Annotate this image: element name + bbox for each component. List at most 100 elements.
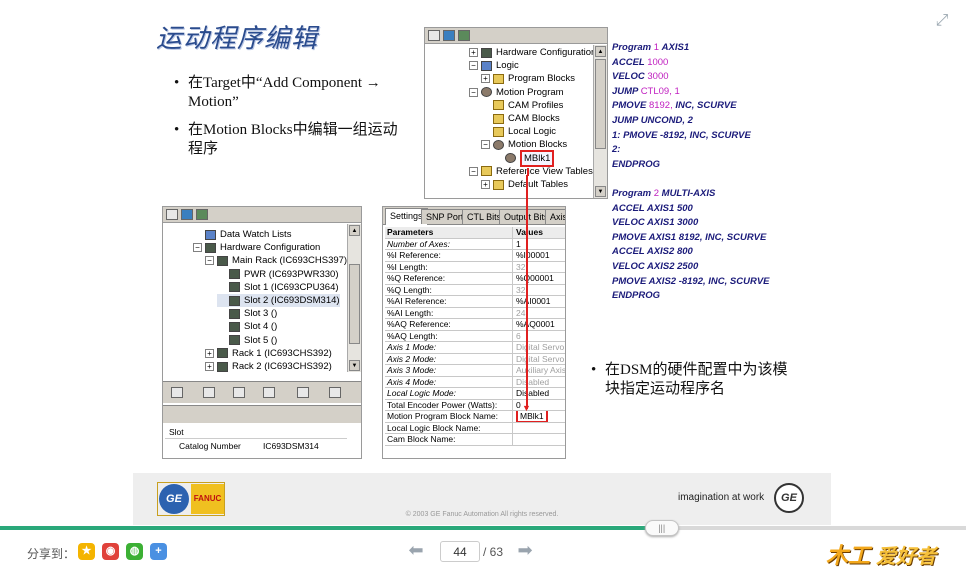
- tree-item[interactable]: Slot 5 (): [217, 334, 277, 347]
- variables-tab-icon[interactable]: [233, 387, 245, 398]
- grid-value[interactable]: 6: [514, 331, 565, 342]
- scroll-down-icon[interactable]: ▼: [595, 186, 606, 197]
- grid-row[interactable]: Cam Block Name:: [385, 434, 565, 446]
- scroll-up-icon[interactable]: ▲: [595, 46, 606, 57]
- tree-scrollbar[interactable]: ▲ ▼: [593, 45, 607, 198]
- tree-item[interactable]: − Logic: [469, 59, 519, 72]
- grid-row[interactable]: %Q Reference: %Q00001: [385, 273, 565, 285]
- expand-icon[interactable]: +: [481, 74, 490, 84]
- grid-row[interactable]: Local Logic Mode: Disabled: [385, 388, 565, 400]
- tree-item[interactable]: Slot 2 (IC693DSM314): [217, 294, 340, 307]
- tree-item[interactable]: − Reference View Tables: [469, 165, 593, 178]
- grid-value[interactable]: Auxiliary Axis: [514, 365, 565, 376]
- tree-item[interactable]: − Main Rack (IC693CHS397): [205, 254, 347, 267]
- properties-icon[interactable]: [458, 30, 470, 41]
- hw-tree-scrollbar[interactable]: ▲ ▼: [347, 224, 361, 372]
- expand-icon[interactable]: +: [205, 362, 214, 371]
- grid-value[interactable]: 32: [514, 285, 565, 296]
- grid-row[interactable]: Local Logic Block Name:: [385, 422, 565, 434]
- tree-item[interactable]: − Motion Program: [469, 86, 564, 99]
- fullscreen-icon[interactable]: ⤢: [933, 12, 951, 30]
- info-tab-icon[interactable]: [329, 387, 341, 398]
- next-page-icon[interactable]: ➡: [514, 541, 536, 559]
- wechat-share-icon[interactable]: ◍: [126, 543, 143, 560]
- bullet-1-line1: 在Target中“Add Component →: [188, 75, 381, 91]
- grid-row[interactable]: %I Reference: %I00001: [385, 250, 565, 262]
- grid-value[interactable]: %AI0001: [514, 296, 565, 307]
- grid-value[interactable]: Disabled: [514, 377, 565, 388]
- scroll-thumb[interactable]: [595, 59, 606, 149]
- project-icon[interactable]: [443, 30, 455, 41]
- help-tab-icon[interactable]: [297, 387, 309, 398]
- scroll-down-icon[interactable]: ▼: [349, 360, 360, 371]
- tree-item[interactable]: CAM Blocks: [481, 112, 560, 125]
- utility-tab-icon[interactable]: [203, 387, 215, 398]
- grid-row[interactable]: Axis 2 Mode: Digital Servo: [385, 353, 565, 365]
- project-tab-icon[interactable]: [171, 387, 183, 398]
- grid-value[interactable]: %Q00001: [514, 273, 565, 284]
- tree-item[interactable]: Data Watch Lists: [193, 228, 291, 241]
- weibo-share-icon[interactable]: ◉: [102, 543, 119, 560]
- grid-value[interactable]: %AQ0001: [514, 319, 565, 330]
- grid-value[interactable]: %I00001: [514, 250, 565, 261]
- qzone-share-icon[interactable]: ★: [78, 543, 95, 560]
- progress-bar[interactable]: [0, 526, 966, 530]
- scroll-up-icon[interactable]: ▲: [349, 225, 360, 236]
- block-name-value[interactable]: MBlk1: [516, 411, 548, 422]
- project-icon[interactable]: [181, 209, 193, 220]
- tree-item[interactable]: − Hardware Configuration: [193, 241, 320, 254]
- scroll-thumb[interactable]: [349, 264, 360, 344]
- expand-icon[interactable]: +: [469, 48, 478, 57]
- collapse-icon[interactable]: −: [469, 166, 478, 176]
- grid-row[interactable]: Axis 1 Mode: Digital Servo: [385, 342, 565, 354]
- collapse-icon[interactable]: −: [205, 256, 214, 266]
- grid-row[interactable]: Motion Program Block Name: MBlk1: [385, 411, 565, 423]
- grid-row[interactable]: Total Encoder Power (Watts): 0: [385, 399, 565, 411]
- tree-item[interactable]: Slot 4 (): [217, 320, 277, 333]
- expand-icon[interactable]: +: [205, 348, 214, 358]
- tree-item[interactable]: PWR (IC693PWR330): [217, 268, 339, 281]
- grid-value[interactable]: Digital Servo: [514, 354, 565, 365]
- grid-row[interactable]: %AI Length: 24: [385, 307, 565, 319]
- prev-page-icon[interactable]: ⬅: [405, 541, 427, 559]
- tree-view-icon[interactable]: [166, 209, 178, 220]
- more-share-icon[interactable]: +: [150, 543, 167, 560]
- collapse-icon[interactable]: −: [469, 61, 478, 71]
- tree-item[interactable]: Local Logic: [481, 125, 556, 138]
- grid-row[interactable]: %AI Reference: %AI0001: [385, 296, 565, 308]
- tab-axis[interactable]: Axis: [545, 209, 565, 224]
- collapse-icon[interactable]: −: [469, 87, 478, 97]
- grid-row[interactable]: %AQ Length: 6: [385, 330, 565, 342]
- grid-row[interactable]: Axis 4 Mode: Disabled: [385, 376, 565, 388]
- grid-value[interactable]: Digital Servo: [514, 342, 565, 353]
- expand-icon[interactable]: +: [481, 180, 490, 189]
- tree-item[interactable]: CAM Profiles: [481, 99, 563, 112]
- collapse-icon[interactable]: −: [481, 140, 490, 150]
- grid-row[interactable]: %AQ Reference: %AQ0001: [385, 319, 565, 331]
- tree-view-icon[interactable]: [428, 30, 440, 41]
- page-number-input[interactable]: [440, 541, 480, 562]
- grid-value[interactable]: 32: [514, 262, 565, 273]
- grid-value[interactable]: [514, 434, 565, 445]
- tree-item[interactable]: + Hardware Configuration: [469, 46, 596, 59]
- tree-item[interactable]: + Rack 1 (IC693CHS392): [205, 347, 332, 360]
- tree-item[interactable]: + Default Tables: [481, 178, 568, 191]
- brand-logo[interactable]: 木工 爱好者: [826, 534, 958, 570]
- grid-value[interactable]: 1: [514, 239, 565, 250]
- tree-item[interactable]: MBlk1: [493, 149, 555, 167]
- grid-row[interactable]: %I Length: 32: [385, 261, 565, 273]
- properties-icon[interactable]: [196, 209, 208, 220]
- collapse-icon[interactable]: −: [193, 243, 202, 253]
- grid-value[interactable]: 24: [514, 308, 565, 319]
- tree-item[interactable]: + Program Blocks: [481, 72, 575, 85]
- grid-value[interactable]: [514, 423, 565, 434]
- tree-item[interactable]: + Rack 2 (IC693CHS392): [205, 360, 332, 373]
- tree-item[interactable]: Slot 1 (IC693CPU364): [217, 281, 339, 294]
- tree-item[interactable]: Slot 3 (): [217, 307, 277, 320]
- grid-value[interactable]: Disabled: [514, 388, 565, 399]
- grid-row[interactable]: Number of Axes: 1: [385, 238, 565, 250]
- progress-knob[interactable]: |||: [644, 520, 679, 536]
- grid-row[interactable]: Axis 3 Mode: Auxiliary Axis: [385, 365, 565, 377]
- toolchest-tab-icon[interactable]: [263, 387, 275, 398]
- grid-row[interactable]: %Q Length: 32: [385, 284, 565, 296]
